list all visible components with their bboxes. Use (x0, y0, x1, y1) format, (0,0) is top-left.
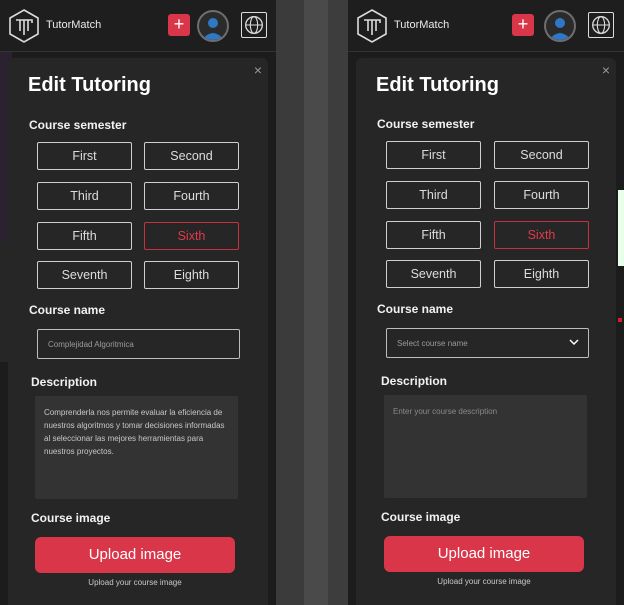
background-content (618, 276, 624, 312)
semester-sixth-button[interactable]: Sixth (144, 222, 239, 250)
semester-first-button[interactable]: First (37, 142, 132, 170)
divider (328, 0, 348, 605)
semester-eighth-button[interactable]: Eighth (144, 261, 239, 289)
semester-seventh-button[interactable]: Seventh (37, 261, 132, 289)
modal-title: Edit Tutoring (376, 74, 499, 96)
edit-tutoring-modal: × Edit Tutoring Course semester First Se… (356, 58, 616, 605)
avatar-icon (549, 18, 571, 40)
course-name-placeholder: Select course name (397, 339, 468, 348)
upload-hint: Upload your course image (88, 578, 182, 587)
semester-eighth-button[interactable]: Eighth (494, 260, 589, 288)
course-name-label: Course name (29, 303, 106, 317)
plus-icon: + (173, 14, 185, 34)
edit-tutoring-modal: × Edit Tutoring Course semester First Se… (8, 58, 268, 605)
description-textarea[interactable]: Enter your course description (384, 395, 587, 498)
brand-name: TutorMatch (46, 19, 102, 31)
semester-label: Course semester (377, 117, 475, 131)
description-label: Description (31, 375, 98, 389)
avatar[interactable] (197, 10, 229, 42)
add-button[interactable]: + (512, 14, 534, 36)
top-bar: TutorMatch + (348, 0, 624, 52)
close-icon[interactable]: × (602, 62, 610, 78)
add-button[interactable]: + (168, 14, 190, 36)
globe-icon[interactable] (588, 12, 614, 38)
right-screen: TutorMatch + × Edit Tutoring Course seme… (348, 0, 624, 605)
semester-seventh-button[interactable]: Seventh (386, 260, 481, 288)
background-content (618, 318, 622, 322)
course-name-value: Complejidad Algoritmica (48, 340, 134, 349)
avatar[interactable] (544, 10, 576, 42)
semester-fifth-button[interactable]: Fifth (386, 221, 481, 249)
modal-title: Edit Tutoring (28, 74, 151, 96)
semester-second-button[interactable]: Second (144, 142, 239, 170)
course-image-label: Course image (381, 510, 461, 524)
left-screen: TutorMatch + × Edit Tutoring Course seme… (0, 0, 276, 605)
divider (276, 0, 304, 605)
upload-image-button[interactable]: Upload image (384, 536, 584, 572)
upload-image-button[interactable]: Upload image (35, 537, 235, 573)
top-bar: TutorMatch + (0, 0, 276, 52)
globe-icon[interactable] (241, 12, 267, 38)
course-name-select[interactable]: Select course name (386, 328, 589, 358)
course-image-label: Course image (31, 511, 111, 525)
divider (304, 0, 328, 605)
chevron-down-icon (569, 339, 579, 346)
semester-fourth-button[interactable]: Fourth (144, 182, 239, 210)
background-content (618, 190, 624, 266)
semester-sixth-button[interactable]: Sixth (494, 221, 589, 249)
brand-name: TutorMatch (394, 19, 450, 31)
description-label: Description (381, 374, 448, 388)
plus-icon: + (517, 14, 529, 34)
tutormatch-logo-icon[interactable] (8, 9, 40, 43)
avatar-icon (202, 18, 224, 40)
semester-second-button[interactable]: Second (494, 141, 589, 169)
close-icon[interactable]: × (254, 62, 262, 78)
upload-hint: Upload your course image (437, 577, 531, 586)
semester-third-button[interactable]: Third (386, 181, 481, 209)
tutormatch-logo-icon[interactable] (356, 9, 388, 43)
semester-third-button[interactable]: Third (37, 182, 132, 210)
course-name-field[interactable]: Complejidad Algoritmica (37, 329, 240, 359)
semester-first-button[interactable]: First (386, 141, 481, 169)
semester-fourth-button[interactable]: Fourth (494, 181, 589, 209)
semester-label: Course semester (29, 118, 127, 132)
description-textarea[interactable]: Comprenderla nos permite evaluar la efic… (35, 396, 238, 499)
course-name-label: Course name (377, 302, 454, 316)
semester-fifth-button[interactable]: Fifth (37, 222, 132, 250)
